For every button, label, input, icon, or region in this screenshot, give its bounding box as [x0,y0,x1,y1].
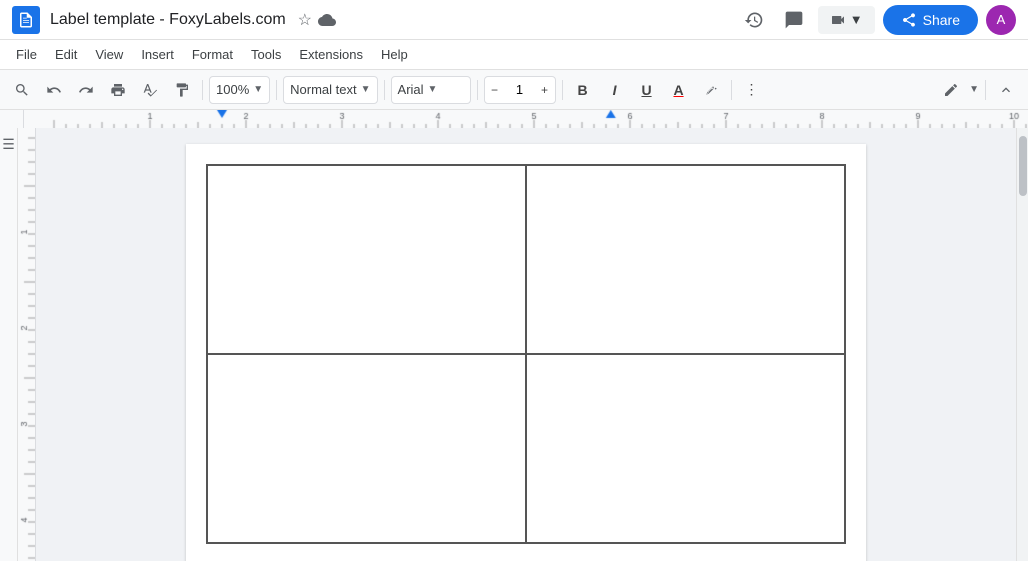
meet-button[interactable]: ▼ [818,6,875,34]
main-area: ☰ [0,128,1028,561]
toolbar-divider-7 [985,80,986,100]
font-size-input[interactable] [505,82,535,97]
text-style-value: Normal text [290,82,356,97]
ruler-horizontal [24,110,1028,128]
star-icon[interactable]: ☆ [298,10,312,30]
menu-extensions[interactable]: Extensions [291,43,371,66]
font-value: Arial [398,82,424,97]
font-size-increase[interactable]: + [535,76,555,104]
title-bar: Label template - FoxyLabels.com ☆ ▼ [0,0,1028,40]
scrollbar-thumb[interactable] [1019,136,1027,196]
italic-button[interactable]: I [601,76,629,104]
label-cell-2[interactable] [526,165,845,354]
menu-format[interactable]: Format [184,43,241,66]
menu-help[interactable]: Help [373,43,416,66]
history-icon[interactable] [738,4,770,36]
undo-button[interactable] [40,76,68,104]
zoom-control[interactable]: 100% ▼ [209,76,270,104]
label-cell-1[interactable] [207,165,526,354]
toolbar-divider-6 [731,80,732,100]
toolbar-divider-3 [384,80,385,100]
bold-button[interactable]: B [569,76,597,104]
toolbar: 100% ▼ Normal text ▼ Arial ▼ − + B I U A [0,70,1028,110]
toolbar-divider-4 [477,80,478,100]
underline-button[interactable]: U [633,76,661,104]
zoom-dropdown-icon: ▼ [253,84,263,95]
label-cell-3[interactable] [207,354,526,543]
toolbar-divider-1 [202,80,203,100]
print-button[interactable] [104,76,132,104]
app-icon [12,6,40,34]
search-button[interactable] [8,76,36,104]
share-label: Share [923,12,960,28]
menu-tools[interactable]: Tools [243,43,289,66]
ruler-corner [0,110,24,128]
outline-icon[interactable]: ☰ [2,136,15,153]
text-style-select[interactable]: Normal text ▼ [283,76,377,104]
zoom-value: 100% [216,82,249,97]
font-size-control: − + [484,76,556,104]
menu-bar: File Edit View Insert Format Tools Exten… [0,40,1028,70]
menu-view[interactable]: View [87,43,131,66]
toolbar-divider-2 [276,80,277,100]
document-title: Label template - FoxyLabels.com [50,11,286,29]
menu-insert[interactable]: Insert [133,43,182,66]
scrollbar-vertical[interactable] [1016,128,1028,561]
cloud-save-icon[interactable] [318,11,336,29]
redo-button[interactable] [72,76,100,104]
edit-mode-button[interactable] [937,76,965,104]
document-page [186,144,866,561]
user-avatar[interactable]: A [986,5,1016,35]
more-options-button[interactable]: ⋮ [738,76,766,104]
text-style-dropdown-icon: ▼ [361,84,371,95]
menu-file[interactable]: File [8,43,45,66]
label-grid [206,164,846,544]
meet-label: ▼ [850,12,863,27]
document-viewport[interactable] [36,128,1016,561]
font-dropdown-icon: ▼ [428,84,438,95]
toolbar-right: ▼ [937,76,1020,104]
edit-mode-dropdown[interactable]: ▼ [969,84,979,95]
font-size-decrease[interactable]: − [485,76,505,104]
paint-format-button[interactable] [168,76,196,104]
menu-edit[interactable]: Edit [47,43,85,66]
title-icons: ☆ [298,10,336,30]
spellcheck-button[interactable] [136,76,164,104]
share-button[interactable]: Share [883,5,978,35]
highlight-button[interactable] [697,76,725,104]
ruler-row [0,110,1028,128]
toolbar-divider-5 [562,80,563,100]
text-color-button[interactable]: A [665,76,693,104]
header-right: ▼ Share A [738,4,1016,36]
text-color-icon: A [673,82,683,98]
font-select[interactable]: Arial ▼ [391,76,471,104]
ruler-vertical [18,128,36,561]
comments-icon[interactable] [778,4,810,36]
label-cell-4[interactable] [526,354,845,543]
collapse-toolbar-button[interactable] [992,76,1020,104]
outline-panel: ☰ [0,128,18,561]
